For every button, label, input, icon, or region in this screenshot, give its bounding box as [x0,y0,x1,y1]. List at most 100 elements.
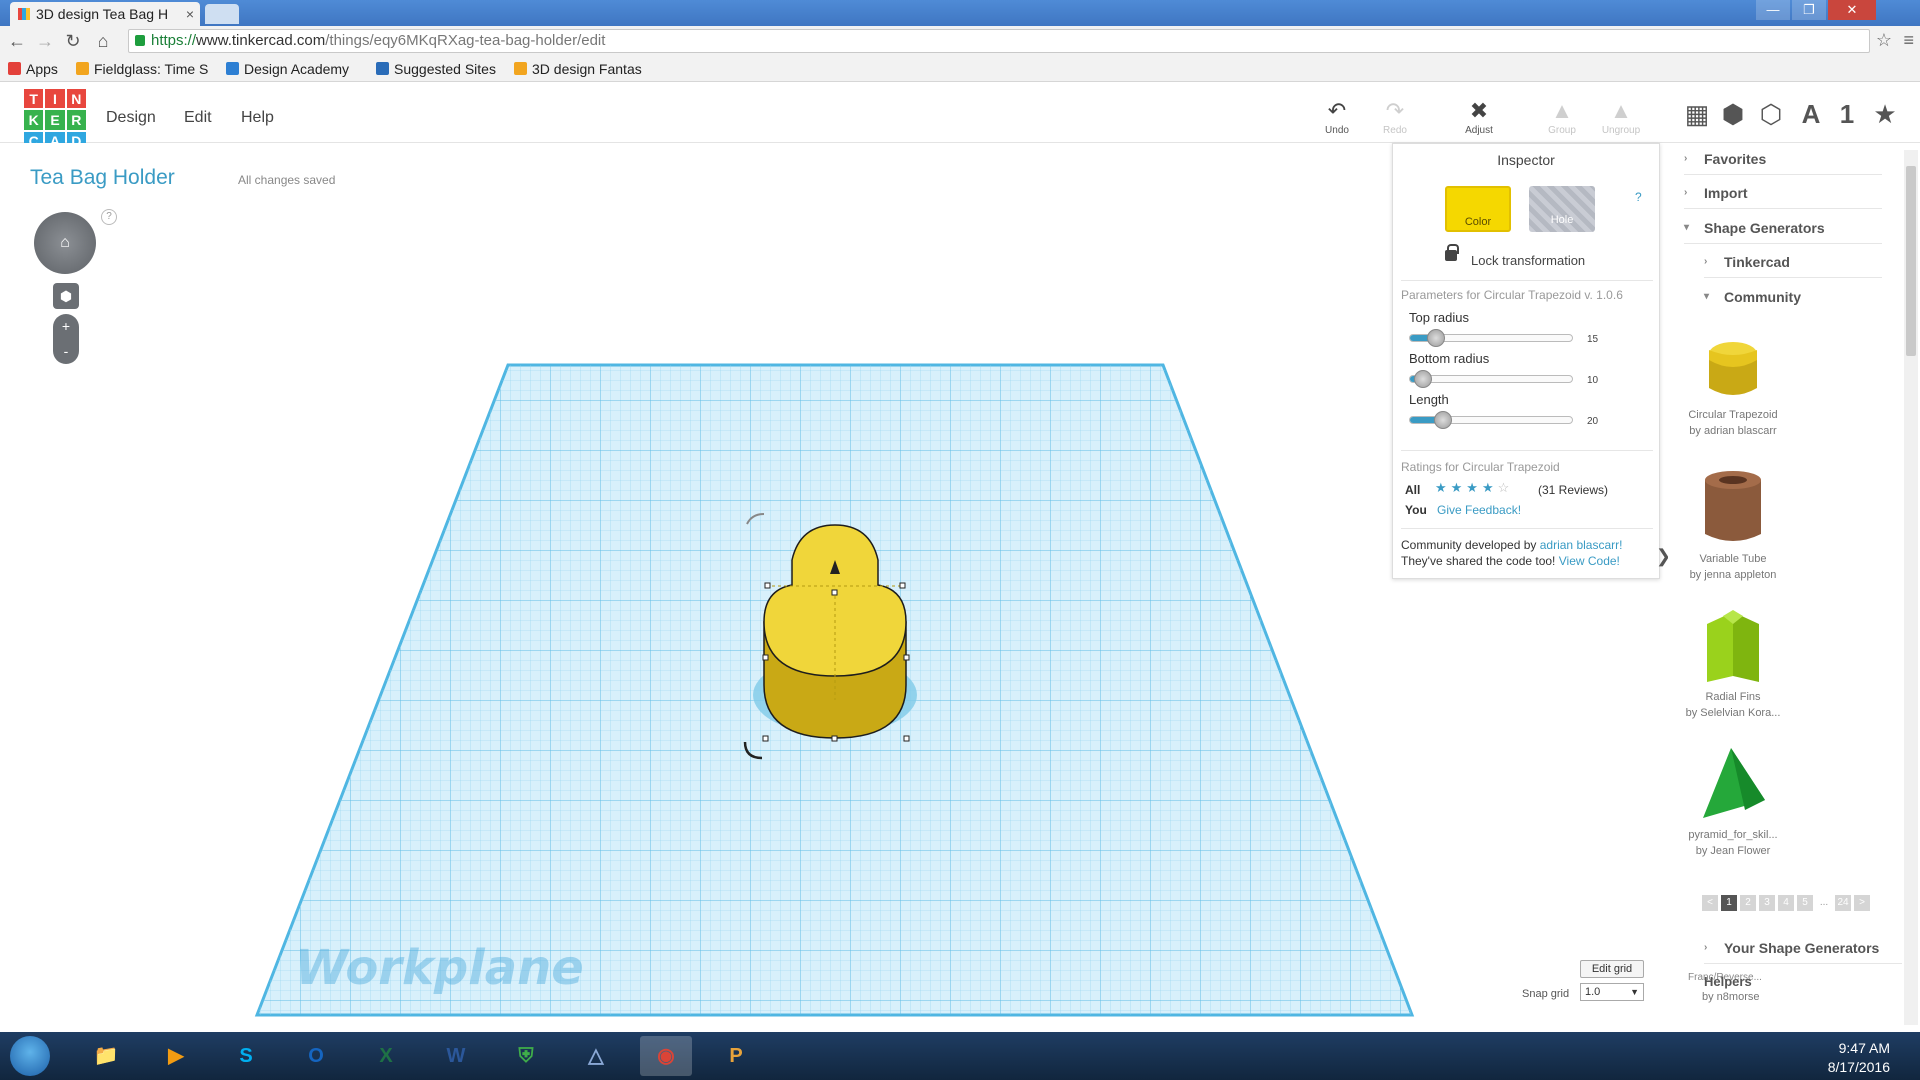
review-count: (31 Reviews) [1538,483,1609,497]
chevron-down-icon: ▼ [1630,987,1639,997]
slider-knob[interactable] [1427,329,1445,347]
inspector-help-icon[interactable]: ? [1635,190,1642,204]
sidebar-scroll-thumb[interactable] [1906,166,1916,356]
taskbar-chrome-icon[interactable]: ◉ [640,1036,692,1076]
edit-grid-button[interactable]: Edit grid [1580,960,1644,978]
clock-date[interactable]: 8/17/2016 [1828,1059,1890,1075]
param-label-bottom-radius: Bottom radius [1409,351,1490,366]
pyramid-thumbnail [1703,748,1765,818]
sidebar-item-helpers[interactable]: Helpers [1704,974,1752,989]
chevron-right-icon: › [1684,187,1688,198]
lock-transformation-label[interactable]: Lock transformation [1471,253,1585,268]
snap-grid-value: 1.0 [1585,986,1601,998]
chevron-down-icon: ▾ [1704,291,1710,302]
pager-next[interactable]: > [1854,895,1870,911]
snap-grid-select[interactable]: 1.0 ▼ [1580,983,1644,1001]
sidebar-item-community[interactable]: ▾ Community [1704,281,1882,313]
clock-time[interactable]: 9:47 AM [1839,1040,1890,1056]
rating-stars: ★★★★☆ [1435,480,1513,496]
taskbar-powerpoint-icon[interactable]: P [710,1036,762,1076]
slider-length[interactable] [1409,411,1573,429]
param-label-top-radius: Top radius [1409,310,1469,325]
chevron-down-icon: ▾ [1684,222,1690,233]
chevron-right-icon: › [1704,256,1708,267]
chevron-right-icon: › [1704,942,1708,953]
divider [1401,450,1653,451]
home-view-icon[interactable]: ⌂ [54,232,76,254]
shape-pager: <1 2 3 4 5... 24 > [1702,895,1873,911]
pager-page-2[interactable]: 2 [1740,895,1756,911]
radial-fins-thumbnail [1707,610,1759,682]
slider-knob[interactable] [1434,411,1452,429]
taskbar-autodesk-icon[interactable]: △ [570,1036,622,1076]
ratings-all-label: All [1405,483,1421,497]
pager-page-1[interactable]: 1 [1721,895,1737,911]
zoom-in-button[interactable]: + [53,314,79,339]
param-value-length: 20 [1587,416,1599,427]
pager-page-24[interactable]: 24 [1835,895,1851,911]
shape-card-pyramid[interactable]: pyramid_for_skil... by Jean Flower [1673,744,1793,857]
code-credit: They've shared the code too! View Code! [1401,554,1620,568]
taskbar-security-icon[interactable]: ⛨ [500,1036,552,1076]
pager-page-4[interactable]: 4 [1778,895,1794,911]
ortho-view-button[interactable]: ⬢ [53,283,79,309]
slider-bottom-radius[interactable] [1409,370,1573,388]
view-navigation-wheel[interactable]: ⌂ [34,212,96,274]
divider [1401,280,1653,281]
shape-card-radial-fins[interactable]: Radial Fins by Selelvian Kora... [1673,606,1793,719]
collapse-inspector-chevron-icon[interactable]: ❯ [1656,546,1671,576]
windows-start-button[interactable] [10,1036,50,1076]
sidebar-item-import[interactable]: › Import [1684,177,1882,209]
sidebar-item-tinkercad[interactable]: › Tinkercad [1704,246,1882,278]
pager-page-5[interactable]: 5 [1797,895,1813,911]
shape-extra-author: by n8morse [1702,991,1760,1003]
shapes-sidebar: › Favorites › Import ▾ Shape Generators › Ti… [1668,143,1920,1025]
slider-top-radius[interactable] [1409,329,1573,347]
variable-tube-thumbnail [1705,471,1761,541]
color-button[interactable]: Color [1445,186,1511,232]
taskbar-skype-icon[interactable]: S [220,1036,272,1076]
zoom-out-button[interactable]: - [53,339,79,364]
parameters-title: Parameters for Circular Trapezoid v. 1.0… [1401,288,1623,302]
view-help-icon[interactable]: ? [101,209,117,225]
pager-prev[interactable]: < [1702,895,1718,911]
system-tray: 9:47 AM 8/17/2016 [1660,1032,1920,1080]
chevron-right-icon: › [1684,153,1688,164]
taskbar-excel-icon[interactable]: X [360,1036,412,1076]
shape-card-circular-trapezoid[interactable]: Circular Trapezoid by adrian blascarr [1673,330,1793,437]
zoom-control: + - [53,314,79,364]
windows-taskbar: 📁 ▶ S O X W ⛨ △ ◉ P 9:47 AM 8/17/2016 [0,1032,1920,1080]
workplane-label: Workplane [295,940,584,996]
star-filled-icon: ★★★★ [1435,480,1498,495]
sidebar-item-your-shape-generators[interactable]: › Your Shape Generators [1704,932,1902,964]
pager-page-3[interactable]: 3 [1759,895,1775,911]
inspector-panel: Inspector Color Hole ? Lock transformati… [1392,143,1660,579]
inspector-title: Inspector [1497,152,1555,168]
taskbar-file-explorer-icon[interactable]: 📁 [80,1036,132,1076]
pager-ellipsis: ... [1819,897,1829,908]
community-credit: Community developed by adrian blascarr! [1401,538,1623,552]
snap-grid-label: Snap grid [1522,988,1570,1000]
lock-icon[interactable] [1445,244,1459,261]
ratings-you-label: You [1405,503,1427,517]
give-feedback-link[interactable]: Give Feedback! [1437,503,1521,517]
sidebar-item-favorites[interactable]: › Favorites [1684,143,1882,175]
param-value-bottom-radius: 10 [1587,375,1599,386]
slider-knob[interactable] [1414,370,1432,388]
shape-card-variable-tube[interactable]: Variable Tube by jenna appleton [1673,468,1793,581]
param-value-top-radius: 15 [1587,334,1599,345]
view-code-link[interactable]: View Code! [1559,554,1620,568]
hole-button[interactable]: Hole [1529,186,1595,232]
param-label-length: Length [1409,392,1449,407]
design-title[interactable]: Tea Bag Holder [30,166,175,190]
taskbar-media-player-icon[interactable]: ▶ [150,1036,202,1076]
taskbar-outlook-icon[interactable]: O [290,1036,342,1076]
star-empty-icon: ☆ [1497,480,1514,495]
ratings-title: Ratings for Circular Trapezoid [1401,460,1560,474]
author-link[interactable]: adrian blascarr! [1540,538,1623,552]
sidebar-item-shape-generators[interactable]: ▾ Shape Generators [1684,212,1882,244]
divider [1401,528,1653,529]
taskbar-word-icon[interactable]: W [430,1036,482,1076]
save-status: All changes saved [238,173,336,187]
circular-trapezoid-thumbnail [1709,342,1757,395]
